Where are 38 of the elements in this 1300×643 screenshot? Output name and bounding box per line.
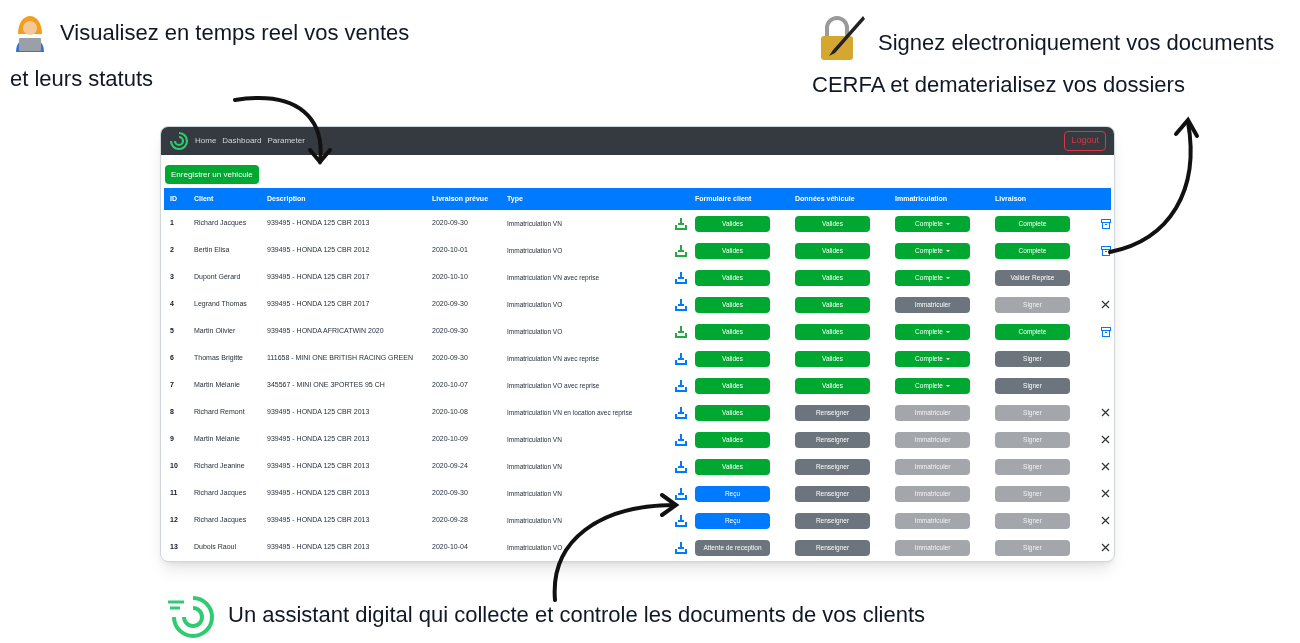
close-icon[interactable] <box>1101 489 1110 498</box>
download-icon[interactable] <box>675 271 687 284</box>
download-icon[interactable] <box>675 325 687 338</box>
close-icon[interactable] <box>1101 435 1110 444</box>
download-icon[interactable] <box>675 487 687 500</box>
download-icon[interactable] <box>675 217 687 230</box>
annotation-text: CERFA et dematerialisez vos dossiers <box>812 71 1185 99</box>
close-icon[interactable] <box>1101 300 1110 309</box>
close-icon[interactable] <box>1101 543 1110 552</box>
close-icon[interactable] <box>1101 516 1110 525</box>
caret-icon <box>945 357 950 360</box>
close-icon[interactable] <box>1101 462 1110 471</box>
annotation-text: Signez electroniquement vos documents <box>878 29 1275 57</box>
archive-icon[interactable] <box>1100 245 1111 256</box>
nav-link[interactable]: Parameter <box>267 134 305 147</box>
nav-link[interactable]: Home <box>195 134 217 147</box>
download-icon[interactable] <box>675 244 687 257</box>
logo-icon <box>169 130 189 151</box>
caret-icon <box>945 276 950 279</box>
register-vehicle-button[interactable]: Enregistrer un vehicule <box>165 165 259 184</box>
annotation-text: Un assistant digital qui collecte et controle les documents de vos clients <box>228 601 926 629</box>
download-icon[interactable] <box>675 514 687 527</box>
annotation-text: Visualisez en temps reel vos ventes <box>60 19 410 47</box>
download-icon[interactable] <box>675 298 687 311</box>
caret-icon <box>945 330 950 333</box>
annotation-text: et leurs statuts <box>10 65 154 93</box>
download-icon[interactable] <box>675 406 687 419</box>
close-icon[interactable] <box>1101 408 1110 417</box>
download-icon[interactable] <box>675 379 687 392</box>
download-icon[interactable] <box>675 460 687 473</box>
download-icon[interactable] <box>675 541 687 554</box>
download-icon[interactable] <box>675 433 687 446</box>
caret-icon <box>945 384 950 387</box>
nav-link[interactable]: Dashboard <box>222 134 262 147</box>
download-icon[interactable] <box>675 352 687 365</box>
caret-icon <box>945 222 950 225</box>
caret-icon <box>945 249 950 252</box>
logout-button[interactable]: Logout <box>1064 130 1106 151</box>
